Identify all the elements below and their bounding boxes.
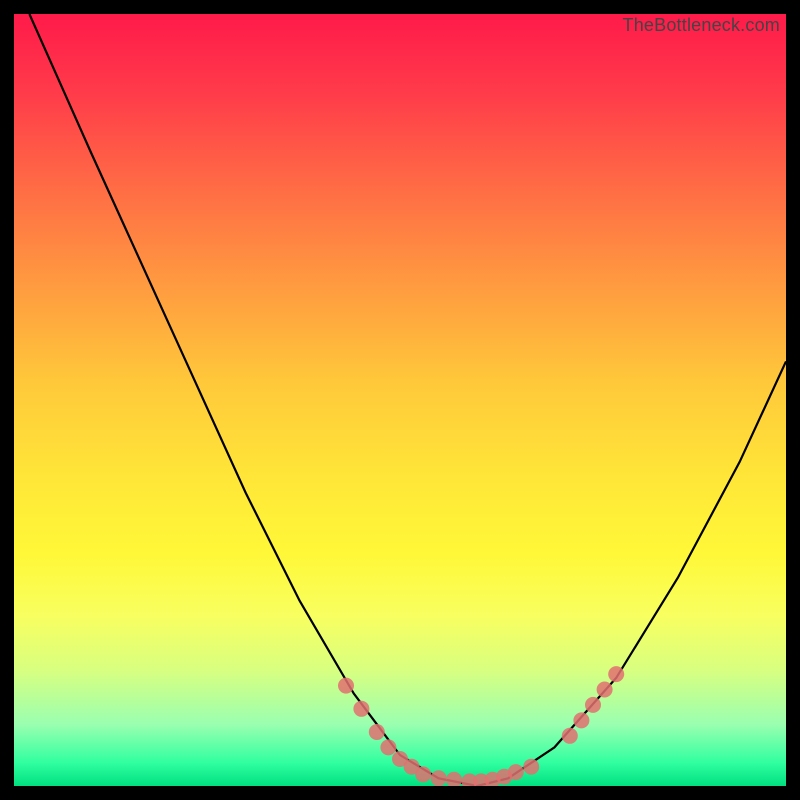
highlight-dot: [353, 701, 369, 717]
highlight-dots: [338, 666, 624, 786]
watermark-text: TheBottleneck.com: [623, 15, 780, 36]
highlight-dot: [446, 772, 462, 786]
chart-plot: [14, 14, 786, 786]
highlight-dot: [431, 770, 447, 786]
highlight-dot: [608, 666, 624, 682]
highlight-dot: [380, 739, 396, 755]
bottleneck-curve: [29, 14, 786, 786]
highlight-dot: [597, 682, 613, 698]
highlight-dot: [338, 678, 354, 694]
highlight-dot: [369, 724, 385, 740]
highlight-dot: [573, 712, 589, 728]
highlight-dot: [562, 728, 578, 744]
highlight-dot: [508, 764, 524, 780]
highlight-dot: [523, 759, 539, 775]
highlight-dot: [585, 697, 601, 713]
highlight-dot: [415, 766, 431, 782]
